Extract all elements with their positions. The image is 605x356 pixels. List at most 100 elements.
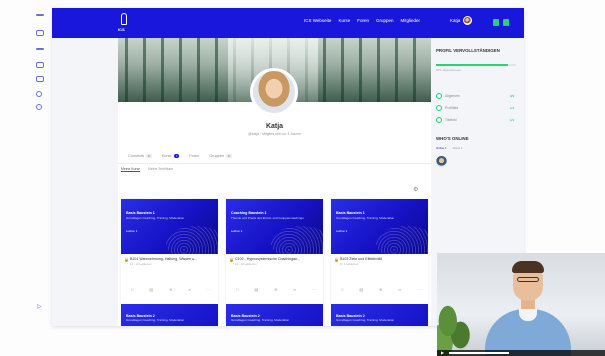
card-actions: □ ▤ ≋ ∞ ⋯: [341, 287, 421, 292]
course-subtitle: Grundlagen Coaching, Training, Moderatio…: [126, 318, 185, 322]
tab-label: Connects: [128, 154, 145, 158]
nav-link-forums[interactable]: Foren: [357, 18, 369, 23]
tab-courses[interactable]: Kurse 7: [162, 154, 180, 158]
item-label: Allgemein: [445, 94, 460, 98]
panel-heading: PROFIL VERVOLLSTÄNDIGEN: [436, 48, 500, 53]
document-icon[interactable]: ▤: [254, 287, 258, 292]
item-badge: 1/1: [508, 118, 516, 122]
item-badge: 3/3: [508, 94, 516, 98]
tab-count-badge: 0: [146, 154, 152, 158]
collapse-icon[interactable]: [36, 14, 44, 16]
glasses-icon: [517, 277, 539, 282]
link-icon[interactable]: ∞: [188, 287, 191, 292]
course-subtabs: Meine Kurse Meine Zertifikate: [121, 167, 173, 172]
profile-subtitle: @katja · Mitglied seit vor 3 Jahren: [248, 132, 301, 136]
subtab-my-courses[interactable]: Meine Kurse: [121, 167, 141, 172]
profile-name: Katja: [265, 123, 284, 130]
tab-count-badge: 0: [226, 154, 232, 158]
course-meta: 9 / 9 Lektionen: [340, 262, 359, 266]
notifications-icon[interactable]: [36, 91, 42, 97]
courses-icon[interactable]: [36, 30, 44, 36]
more-icon[interactable]: ⋯: [207, 287, 211, 292]
course-title[interactable]: C102 - Hypnosystemische Coachingan...: [235, 257, 321, 261]
list-icon[interactable]: [36, 48, 44, 50]
course-subtitle: Grundlagen Coaching, Training, Moderatio…: [336, 318, 395, 322]
course-card[interactable]: Basis Baustein 2 Grundlagen Coaching, Tr…: [226, 304, 323, 326]
link-icon[interactable]: ∞: [398, 287, 401, 292]
logo-mark-icon: [121, 13, 127, 25]
more-icon[interactable]: ⋯: [417, 287, 421, 292]
check-circle-icon: [436, 117, 442, 123]
course-subtitle: Grundlagen Coaching, Training, Moderatio…: [126, 216, 185, 220]
calendar-icon[interactable]: [36, 76, 44, 82]
user-name: Katja: [450, 18, 461, 23]
chart-icon[interactable]: ≋: [169, 287, 172, 292]
tab-forums[interactable]: Foren: [189, 154, 199, 158]
profile-avatar: [250, 68, 298, 116]
presenter-hair: [512, 261, 544, 273]
tab-connects[interactable]: Connects 0: [128, 154, 152, 158]
inbox-icon[interactable]: [493, 19, 499, 26]
completion-progress-bar: [436, 64, 516, 66]
course-thumbnail: Coaching Baustein 1 Theorie und Praxis d…: [226, 199, 323, 254]
back-arrow-icon[interactable]: ▷: [37, 303, 42, 310]
left-rail: [34, 8, 48, 348]
tab-groups[interactable]: Gruppen 0: [209, 154, 232, 158]
course-card[interactable]: Basis Baustein 2 Grundlagen Coaching, Tr…: [121, 304, 218, 326]
course-title[interactable]: B101 Wahrnehmung, Haltung, Wissen u...: [130, 257, 216, 261]
cart-icon[interactable]: [503, 19, 509, 26]
nav-link-members[interactable]: Mitglieder: [400, 18, 420, 23]
comment-icon[interactable]: □: [131, 287, 133, 292]
item-badge: 1/1: [508, 106, 516, 110]
course-subtitle: Grundlagen Coaching, Training, Moderatio…: [336, 216, 395, 220]
webcam-overlay: ▶: [437, 253, 605, 356]
view-settings-icon[interactable]: ⚙: [413, 186, 418, 193]
nav-link-website[interactable]: ICS Webseite: [304, 18, 331, 23]
document-icon[interactable]: ▤: [149, 287, 153, 292]
video-progress-bar[interactable]: [449, 352, 509, 354]
tab-label: Kurse: [161, 154, 172, 158]
chart-icon[interactable]: ≋: [274, 287, 277, 292]
nav-link-groups[interactable]: Gruppen: [376, 18, 394, 23]
completion-item[interactable]: Allgemein 3/3: [436, 92, 516, 100]
progress-label: 90% abgeschlossen: [436, 68, 462, 72]
lock-icon: 🔒: [334, 257, 339, 262]
course-thumbnail: Basis Baustein 1 Grundlagen Coaching, Tr…: [331, 199, 428, 254]
comment-icon[interactable]: □: [341, 287, 343, 292]
tabs-divider: [118, 163, 431, 164]
ics-logo[interactable]: ICS: [118, 12, 130, 34]
comment-icon[interactable]: □: [236, 287, 238, 292]
tab-online[interactable]: Online 1: [436, 146, 446, 150]
progress-fill: [436, 64, 508, 66]
check-circle-icon: [436, 93, 442, 99]
screen: ▷ ICS ICS Webseite Kurse Foren Gruppen M…: [0, 0, 605, 356]
online-user-avatar[interactable]: [436, 156, 447, 167]
link-icon[interactable]: ∞: [293, 287, 296, 292]
completion-item[interactable]: Titelbild 1/1: [436, 116, 516, 124]
course-lesson-label: Lektion 1: [231, 229, 243, 233]
course-card[interactable]: Basis Baustein 2 Grundlagen Coaching, Tr…: [331, 304, 428, 326]
course-category: Basis Baustein 1: [336, 211, 365, 215]
course-subtitle: Grundlagen Coaching, Training, Moderatio…: [231, 318, 290, 322]
main-nav: ICS Webseite Kurse Foren Gruppen Mitglie…: [304, 18, 420, 23]
settings-icon[interactable]: [36, 104, 42, 110]
course-thumbnail: Basis Baustein 1 Grundlagen Coaching, Tr…: [121, 199, 218, 254]
course-lesson-label: Lektion 1: [126, 229, 138, 233]
course-category: Coaching Baustein 1: [231, 211, 267, 215]
chart-icon[interactable]: ≋: [379, 287, 382, 292]
subtab-my-certificates[interactable]: Meine Zertifikate: [148, 167, 173, 172]
course-subtitle: Theorie und Praxis des Einzel- und Grupp…: [231, 216, 304, 220]
video-controls: ▶: [437, 350, 605, 356]
document-icon[interactable]: ▤: [359, 287, 363, 292]
course-lesson-label: Lektion 1: [336, 229, 348, 233]
more-icon[interactable]: ⋯: [312, 287, 316, 292]
nav-link-courses[interactable]: Kurse: [338, 18, 350, 23]
whos-online-tabs: Online 1 Aktive 1: [436, 146, 462, 150]
tab-active[interactable]: Aktive 1: [452, 146, 462, 150]
play-icon[interactable]: ▶: [441, 351, 444, 355]
item-label: Titelbild: [445, 118, 457, 122]
user-menu[interactable]: Katja: [450, 16, 473, 25]
completion-item[interactable]: Profilbild 1/1: [436, 104, 516, 112]
messages-icon[interactable]: [36, 62, 44, 68]
course-title[interactable]: B103 Ziele und Effektivität: [340, 257, 426, 261]
